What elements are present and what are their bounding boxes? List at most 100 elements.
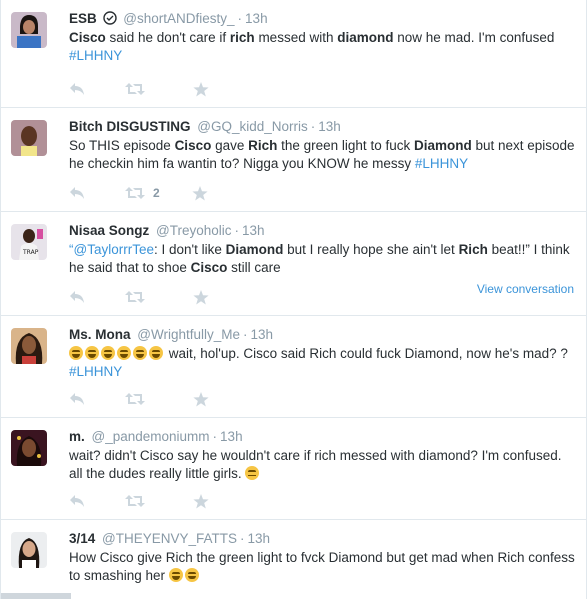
reply-button[interactable] [69,186,85,200]
separator-dot: · [243,327,248,342]
tweet-fullname[interactable]: Ms. Mona [69,327,131,342]
tweet-text: Cisco said he don't care if rich messed … [69,29,576,65]
tweet-content: m. @_pandemoniumm · 13h wait? didn't Cisco… [69,428,576,483]
avatar[interactable] [11,120,47,156]
retweet-icon [125,494,145,508]
tweet-actions [69,288,249,306]
favorite-button[interactable] [193,289,209,305]
tweet-content: Ms. Mona @Wrightfully_Me · 13h wait, hol'u… [69,326,576,381]
keyword: Cisco [190,260,228,275]
retweet-icon [125,290,145,304]
text-segment: : I don't like [153,242,226,257]
reply-button[interactable] [69,494,85,508]
tweet-text: wait, hol'up. Cisco said Rich could fuck… [69,345,576,381]
hashtag-link[interactable]: #LHHNY [415,156,468,171]
tweet-item[interactable]: TRAP Nisaa Songz @Treyoholic · 13h “@Taylo… [1,212,586,316]
keyword: Diamond [413,138,472,153]
avatar[interactable] [11,328,47,364]
tweet-username[interactable]: @_pandemoniumm [92,429,210,444]
reply-button[interactable] [69,290,85,304]
text-segment: but I really hope she ain't let [283,242,459,257]
tweet-content: 3/14 @THEYENVY_FATTS · 13h How Cisco give … [69,530,576,585]
tweet-username[interactable]: @shortANDfiesty_ [123,11,234,26]
tweet-timestamp[interactable]: 13h [220,429,243,444]
favorite-button[interactable] [193,391,209,407]
tweet-text: “@TaylorrrTee: I don't like Diamond but … [69,241,576,277]
retweet-button[interactable] [125,82,153,96]
star-icon [193,493,209,509]
tweet-fullname[interactable]: 3/14 [69,531,95,546]
keyword: Rich [248,138,278,153]
favorite-button[interactable] [192,185,208,201]
keyword: rich [229,30,255,45]
text-segment: So THIS episode [69,138,175,153]
reply-icon [69,392,85,406]
retweet-count: 2 [153,186,160,200]
tweet-item[interactable]: Ms. Mona @Wrightfully_Me · 13h wait, hol'u… [1,316,586,418]
keyword: Cisco [174,138,212,153]
text-segment: the green light to fuck [277,138,414,153]
horizontal-scrollbar[interactable] [1,593,71,599]
tweet-header: ESB @shortANDfiesty_ · 13h [69,10,576,28]
avatar[interactable]: TRAP [11,224,47,260]
favorite-button[interactable] [193,493,209,509]
mention-link[interactable]: @TaylorrrTee [74,242,154,257]
tweet-item[interactable]: Bitch DISGUSTING @GQ_kidd_Norris · 13h So … [1,108,586,212]
tweet-fullname[interactable]: ESB [69,11,97,26]
tweet-timestamp[interactable]: 13h [245,11,268,26]
tweet-timestamp[interactable]: 13h [318,119,341,134]
tweet-fullname[interactable]: m. [69,429,85,444]
tweet-fullname[interactable]: Bitch DISGUSTING [69,119,191,134]
separator-dot: · [234,223,240,238]
separator-dot: · [237,11,243,26]
tweet-header: Nisaa Songz @Treyoholic · 13h [69,222,576,240]
avatar[interactable] [11,12,47,48]
tweet-item[interactable]: ESB @shortANDfiesty_ · 13h Cisco said he d… [1,0,586,108]
tweet-content: ESB @shortANDfiesty_ · 13h Cisco said he d… [69,10,576,65]
tweet-text: wait? didn't Cisco say he wouldn't care … [69,447,576,483]
tweet-username[interactable]: @THEYENVY_FATTS [102,531,237,546]
hashtag-link[interactable]: #LHHNY [69,48,122,63]
keyword: diamond [337,30,394,45]
reply-icon [69,494,85,508]
tweet-item[interactable]: 3/14 @THEYENVY_FATTS · 13h How Cisco give … [1,520,586,599]
avatar[interactable] [11,532,47,568]
retweet-button[interactable] [125,290,153,304]
view-conversation-link[interactable]: View conversation [477,282,574,296]
tweet-content: Nisaa Songz @Treyoholic · 13h “@TaylorrrTe… [69,222,576,277]
keyword: Cisco [69,30,106,45]
text-segment: still care [227,260,281,275]
tweet-username[interactable]: @Wrightfully_Me [137,327,240,342]
retweet-button[interactable] [125,494,153,508]
tweet-actions [69,80,249,98]
tweet-actions [69,492,249,510]
tweet-item[interactable]: m. @_pandemoniumm · 13h wait? didn't Cisco… [1,418,586,520]
separator-dot: · [212,429,218,444]
tweet-timestamp[interactable]: 13h [248,531,271,546]
tweet-header: Ms. Mona @Wrightfully_Me · 13h [69,326,576,344]
tweet-username[interactable]: @Treyoholic [156,223,231,238]
retweet-icon [125,82,145,96]
retweet-button[interactable] [125,392,153,406]
tweet-fullname[interactable]: Nisaa Songz [69,223,149,238]
tweet-actions: 2 [69,184,248,202]
svg-text:TRAP: TRAP [22,249,39,256]
text-segment: now he mad. I'm confused [393,30,555,45]
smirk-emoji-icon [245,466,260,480]
avatar[interactable] [11,430,47,466]
tweet-header: 3/14 @THEYENVY_FATTS · 13h [69,530,576,548]
laughing-emoji-icon [168,568,183,582]
text-segment: messed with [254,30,338,45]
tweet-timestamp[interactable]: 13h [242,223,265,238]
favorite-button[interactable] [193,81,209,97]
star-icon [193,391,209,407]
tweet-text: How Cisco give Rich the green light to f… [69,549,576,585]
tweet-username[interactable]: @GQ_kidd_Norris [197,119,308,134]
retweet-button[interactable]: 2 [125,186,160,200]
tweet-timestamp[interactable]: 13h [251,327,274,342]
separator-dot: · [240,531,245,546]
hashtag-link[interactable]: #LHHNY [69,364,122,379]
reply-button[interactable] [69,392,85,406]
reply-button[interactable] [69,82,85,96]
tweet-text: So THIS episode Cisco gave Rich the gree… [69,137,576,173]
